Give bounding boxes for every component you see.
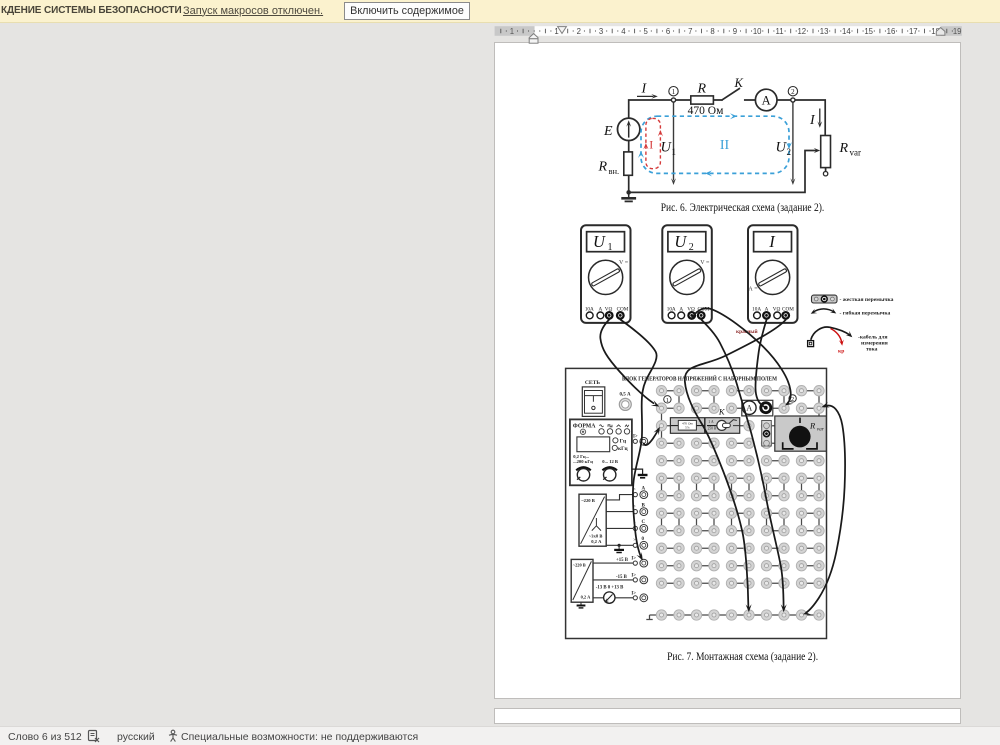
svg-text:R: R [839,141,849,156]
svg-text:0,2 А: 0,2 А [581,595,592,600]
svg-text:2: 2 [689,242,694,253]
svg-text:~220 В: ~220 В [573,563,586,568]
svg-text:-13 В 0 +13 В: -13 В 0 +13 В [596,586,624,591]
svg-text:0... 12 В: 0... 12 В [602,459,618,464]
svg-text:2: 2 [791,88,795,96]
svg-text:V =: V = [619,260,629,266]
svg-text:3: 3 [599,27,603,36]
svg-text:-15 В: -15 В [616,575,628,580]
svg-text:1: 1 [666,397,669,404]
svg-text:U: U [593,232,606,251]
svg-text:~220 В: ~220 В [581,498,595,503]
svg-text:- гибкая перемычка: - гибкая перемычка [840,309,891,316]
svg-text:1 А: 1 А [708,420,714,424]
svg-text:10: 10 [753,27,762,36]
svg-text:15: 15 [864,27,873,36]
svg-text:var: var [850,148,862,158]
svg-text:кр: кр [838,349,844,355]
svg-text:16: 16 [887,27,896,36]
svg-text:4: 4 [621,27,626,36]
svg-text:Гц: Гц [620,439,627,445]
svg-text:...200 кГц: ...200 кГц [573,459,593,464]
svg-text:-кабель для: -кабель для [858,333,888,340]
svg-text:1: 1 [672,147,677,157]
svg-text:13: 13 [820,27,829,36]
svg-text:ФОРМА: ФОРМА [573,423,596,429]
svg-text:0,5 А: 0,5 А [619,392,631,397]
svg-text:R: R [809,420,816,430]
svg-text:2: 2 [787,147,792,157]
svg-text:СЕТЬ: СЕТЬ [585,380,601,386]
svg-text:V =: V = [700,260,710,266]
svg-text:8: 8 [710,27,714,36]
svg-text:E: E [603,124,613,139]
svg-text:1: 1 [608,242,613,253]
svg-text:9: 9 [733,27,737,36]
svg-text:470 Ом: 470 Ом [688,105,724,117]
svg-text:1: 1 [510,27,514,36]
svg-text:+15 В: +15 В [616,558,629,563]
svg-text:19: 19 [953,27,962,36]
svg-text:R: R [598,160,608,175]
svg-text:2: 2 [577,27,581,36]
svg-text:11: 11 [775,27,783,36]
svg-text:Рис. 7. Монтажная схема (задан: Рис. 7. Монтажная схема (задание 2). [667,651,818,663]
svg-text:0,2 А: 0,2 А [591,539,602,544]
svg-text:250 В: 250 В [708,427,717,431]
svg-text:А =: А = [748,286,758,292]
svg-text:17: 17 [909,27,918,36]
svg-text:I: I [809,113,816,128]
svg-text:- жесткая перемычка: - жесткая перемычка [840,297,894,303]
svg-text:6: 6 [666,27,670,36]
svg-text:1: 1 [672,88,676,96]
svg-text:R: R [697,82,707,97]
svg-text:12: 12 [797,27,806,36]
svg-text:К: К [734,76,744,90]
svg-text:вн.: вн. [609,166,620,176]
svg-text:5%: 5% [685,425,690,429]
svg-text:7: 7 [688,27,692,36]
svg-text:I: I [641,81,648,96]
svg-text:5: 5 [644,27,649,36]
svg-text:II: II [720,138,730,153]
svg-text:кГц: кГц [618,446,629,452]
svg-text:I: I [649,138,653,152]
svg-text:Рис. 6. Электрическая схема (з: Рис. 6. Электрическая схема (задание 2). [661,202,825,214]
svg-text:А: А [746,404,752,413]
svg-text:тока: тока [866,346,878,352]
svg-text:2: 2 [791,396,794,403]
svg-text:var: var [817,427,825,433]
svg-text:А: А [762,94,771,108]
svg-text:U: U [674,232,687,251]
svg-text:14: 14 [842,27,851,36]
